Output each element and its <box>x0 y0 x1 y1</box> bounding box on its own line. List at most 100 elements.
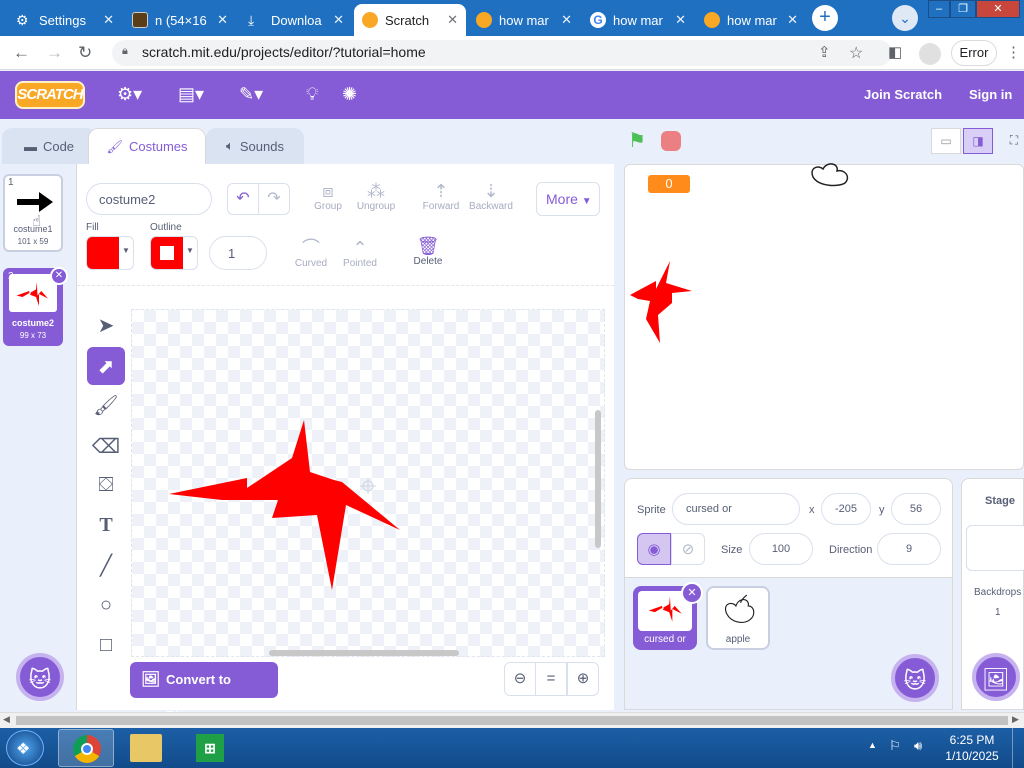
brush-tool[interactable]: 🖌︎ <box>87 386 125 424</box>
convert-to-bitmap-button[interactable]: 🖼︎ Convert to Bitmap <box>130 662 278 723</box>
large-stage-button[interactable]: ◨ <box>963 128 993 154</box>
minimize-button[interactable]: – <box>928 0 950 18</box>
close-icon[interactable]: ✕ <box>103 12 114 28</box>
scroll-right-icon[interactable]: ▶ <box>1012 714 1019 725</box>
fill-color-picker[interactable]: ▼ <box>86 236 134 270</box>
group-button[interactable]: ⧈ Group <box>309 181 347 212</box>
browser-tab-how-many-2[interactable]: G how mar ✕ <box>582 4 694 36</box>
stage[interactable]: 0 <box>624 163 1024 470</box>
pointed-button[interactable]: ⌃ Pointed <box>337 238 383 269</box>
delete-costume-icon[interactable]: ✕ <box>50 267 68 285</box>
forward-button[interactable]: ⇡ Forward <box>420 181 462 212</box>
close-icon[interactable]: ✕ <box>217 12 228 28</box>
stop-sign-icon[interactable] <box>661 131 681 151</box>
backward-button[interactable]: ⇣ Backward <box>467 181 515 212</box>
rectangle-tool[interactable]: □ <box>87 626 125 664</box>
stage-selector-pane[interactable]: Stage Backdrops 1 🖼︎ <box>961 478 1024 710</box>
edit-pencil-icon[interactable]: ✎▾ <box>239 84 263 105</box>
hide-sprite-eye-icon[interactable]: ⊘ <box>671 533 705 565</box>
x-position-input[interactable] <box>821 493 871 525</box>
sign-in-link[interactable]: Sign in <box>969 87 1012 102</box>
spreadsheet-app-icon[interactable]: ⊞ <box>196 734 224 762</box>
window-close-button[interactable]: ✕ <box>976 0 1020 18</box>
close-icon[interactable]: ✕ <box>333 12 344 28</box>
browser-tab-image[interactable]: n (54×16 ✕ <box>124 4 236 36</box>
start-button[interactable]: ❖ <box>6 730 44 766</box>
costume-tile[interactable]: 2 costume2 99 x 73 ✕ <box>3 267 68 346</box>
browser-tab-how-many-3[interactable]: how mar ✕ <box>696 4 806 36</box>
fill-tool[interactable]: ⛋ <box>87 466 125 504</box>
line-tool[interactable]: ╱ <box>87 546 125 584</box>
url-bar[interactable]: 🔒︎ scratch.mit.edu/projects/editor/?tuto… <box>112 40 892 66</box>
back-arrow-icon[interactable]: ← <box>13 43 30 63</box>
canvas-vertical-scrollbar[interactable] <box>595 410 601 548</box>
browser-tab-downloads[interactable]: ⤓ Downloa ✕ <box>240 4 352 36</box>
outline-width-input[interactable] <box>209 236 267 270</box>
red-bolt-sprite[interactable] <box>628 259 694 343</box>
redo-button[interactable]: ↷ <box>258 183 290 215</box>
tutorials-lightbulb-icon[interactable]: 💡︎ <box>306 84 319 105</box>
undo-button[interactable]: ↶ <box>227 183 259 215</box>
clock-date[interactable]: 1/10/2025 <box>940 749 1004 763</box>
choose-costume-button[interactable]: 🐱︎ <box>16 653 64 701</box>
bookmark-star-icon[interactable]: ☆ <box>849 43 863 63</box>
tab-search-button[interactable]: ⌄ <box>892 5 918 31</box>
fullscreen-icon[interactable]: ⛶ <box>1004 128 1024 154</box>
tab-code[interactable]: ▬ Code <box>2 128 96 164</box>
delete-button[interactable]: 🗑︎ Delete <box>409 236 447 267</box>
ungroup-button[interactable]: ⁂ Ungroup <box>353 181 399 212</box>
file-explorer-icon[interactable] <box>130 734 162 762</box>
kebab-menu-icon[interactable]: ⋮ <box>1006 43 1021 61</box>
side-panel-icon[interactable]: ◧ <box>888 43 902 61</box>
choose-backdrop-button[interactable]: 🖼︎ <box>972 653 1020 701</box>
tab-costumes[interactable]: 🖌︎ Costumes <box>88 128 206 164</box>
browser-tab-settings[interactable]: ⚙ Settings ✕ <box>8 4 122 36</box>
show-desktop-button[interactable] <box>1012 728 1024 768</box>
zoom-out-button[interactable]: ⊖ <box>504 662 536 696</box>
close-icon[interactable]: ✕ <box>561 12 572 28</box>
green-flag-icon[interactable]: ⚑ <box>628 128 646 153</box>
clock-time[interactable]: 6:25 PM <box>944 733 1000 747</box>
browser-tab-scratch[interactable]: Scratch ✕ <box>354 4 466 36</box>
curved-button[interactable]: ⌒ Curved <box>291 238 331 269</box>
join-scratch-link[interactable]: Join Scratch <box>864 87 942 102</box>
close-icon[interactable]: ✕ <box>787 12 798 28</box>
small-stage-button[interactable]: ▭ <box>931 128 961 154</box>
file-menu-icon[interactable]: ▤▾ <box>178 84 204 105</box>
debug-bug-icon[interactable]: ✺ <box>342 84 357 105</box>
zoom-reset-button[interactable]: = <box>535 662 567 696</box>
choose-sprite-button[interactable]: 🐱︎ <box>891 654 939 702</box>
more-dropdown[interactable]: More ▼ <box>536 182 600 216</box>
reload-icon[interactable]: ↻ <box>78 43 92 63</box>
y-position-input[interactable] <box>891 493 941 525</box>
show-hidden-icons[interactable]: ▲ <box>868 740 877 750</box>
reshape-tool[interactable]: ⬈ <box>87 347 125 385</box>
new-tab-button[interactable]: + <box>812 5 838 31</box>
eraser-tool[interactable]: ⌫ <box>87 427 125 465</box>
close-icon[interactable]: ✕ <box>447 12 458 28</box>
zoom-in-button[interactable]: ⊕ <box>567 662 599 696</box>
tab-sounds[interactable]: 🔈︎ Sounds <box>206 128 304 164</box>
size-input[interactable] <box>749 533 813 565</box>
show-sprite-eye-icon[interactable]: ◉ <box>637 533 671 565</box>
maximize-button[interactable]: ❐ <box>950 0 976 18</box>
profile-avatar[interactable] <box>919 43 941 65</box>
page-horizontal-scrollbar[interactable]: ◀ ▶ <box>0 712 1024 728</box>
stage-thumbnail[interactable] <box>966 525 1024 571</box>
costume-name-input[interactable] <box>86 183 212 215</box>
text-tool[interactable]: T <box>87 506 125 544</box>
direction-input[interactable] <box>877 533 941 565</box>
outline-color-picker[interactable]: ▼ <box>150 236 198 270</box>
close-icon[interactable]: ✕ <box>675 12 686 28</box>
settings-gear-icon[interactable]: ⚙▾ <box>117 84 142 105</box>
volume-icon[interactable]: 🔊︎ <box>914 738 922 754</box>
browser-tab-how-many-1[interactable]: how mar ✕ <box>468 4 580 36</box>
sprite-tile[interactable]: cursed or ✕ <box>633 582 703 650</box>
paint-canvas[interactable] <box>131 309 605 657</box>
canvas-horizontal-scrollbar[interactable] <box>269 650 459 656</box>
scratch-logo[interactable]: SCRATCH <box>15 81 85 109</box>
apple-outline-sprite[interactable] <box>809 163 853 187</box>
delete-sprite-icon[interactable]: ✕ <box>681 582 703 604</box>
sprite-tile[interactable]: apple <box>706 586 770 650</box>
error-button[interactable]: Error <box>951 40 997 66</box>
